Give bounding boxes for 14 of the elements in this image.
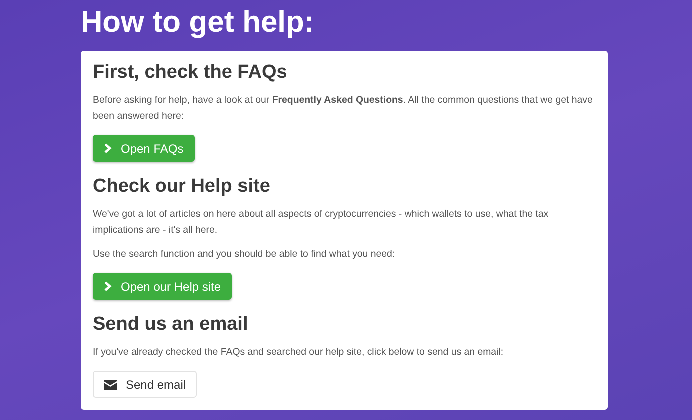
section-text: If you've already checked the FAQs and searched our help site, click below to send us an email: [93,346,505,360]
section-heading: Send us an email [93,313,248,337]
section-heading: First, check the FAQs [93,61,288,85]
section-heading: Check our Help site [93,175,270,199]
page-title: How to get help: [81,5,314,41]
action-button[interactable]: Open FAQs [93,135,195,162]
section-text: Before asking for help, have a look at our Frequently Asked Questions. All the common questions that we get have been answered here: [93,94,594,124]
chevron-right-icon [104,143,112,154]
chevron-right-icon [104,281,112,292]
envelope-icon [104,380,117,390]
action-button[interactable]: Send email [93,371,198,398]
action-button[interactable]: Open our Help site [93,273,232,300]
section-text: We've got a lot of articles on here about all aspects of cryptocurrencies - which wallets to use, what the tax implications are - it's all here. [93,208,550,238]
section-text: Use the search function and you should be able to find what you need: [93,248,396,262]
